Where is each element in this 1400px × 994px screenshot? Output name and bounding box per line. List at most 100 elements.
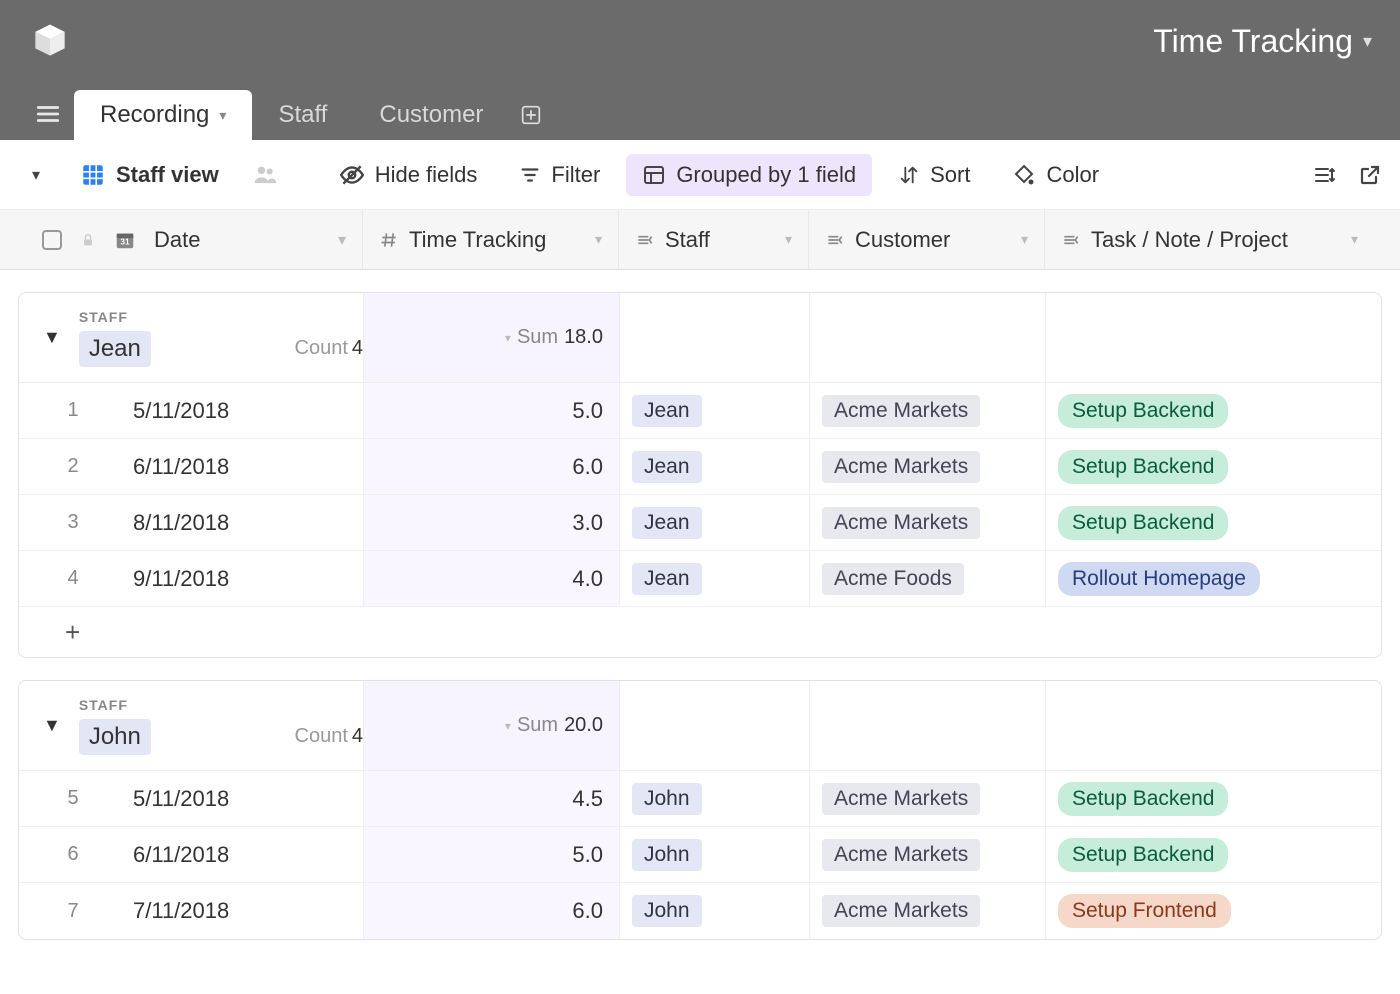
- cell-task[interactable]: Setup Backend: [1045, 827, 1375, 882]
- cell-staff[interactable]: Jean: [619, 495, 809, 550]
- column-menu-button[interactable]: ▾: [338, 230, 346, 250]
- cell-customer[interactable]: Acme Markets: [809, 383, 1045, 438]
- table-row[interactable]: 6 6/11/2018 5.0 John Acme Markets Setup …: [19, 827, 1381, 883]
- add-tab-button[interactable]: [509, 93, 553, 137]
- task-pill: Rollout Homepage: [1058, 562, 1260, 596]
- app-title-dropdown[interactable]: Time Tracking ▾: [1153, 23, 1372, 60]
- grid-body: ▼ STAFF Jean Count4 ▾ Sum 18.0 1 5/11/20…: [0, 270, 1400, 940]
- cell-customer[interactable]: Acme Markets: [809, 439, 1045, 494]
- chevron-down-icon: ▾: [32, 165, 40, 185]
- filter-icon: [519, 164, 541, 186]
- color-button[interactable]: Color: [996, 154, 1115, 196]
- cell-task[interactable]: Setup Backend: [1045, 771, 1375, 826]
- cell-time[interactable]: 5.0: [363, 827, 619, 882]
- table-row[interactable]: 4 9/11/2018 4.0 Jean Acme Foods Rollout …: [19, 551, 1381, 607]
- cell-date[interactable]: 6/11/2018: [127, 454, 363, 480]
- views-dropdown[interactable]: ▾: [18, 157, 54, 193]
- tab-staff[interactable]: Staff: [252, 90, 353, 140]
- cell-date[interactable]: 7/11/2018: [127, 898, 363, 924]
- app-logo: [28, 19, 72, 63]
- cell-task[interactable]: Setup Backend: [1045, 439, 1375, 494]
- group-label: Grouped by 1 field: [676, 162, 856, 188]
- tab-customer[interactable]: Customer: [353, 90, 509, 140]
- column-staff-label: Staff: [665, 227, 710, 253]
- group-summary-staff: [619, 293, 809, 382]
- plus-icon: [521, 105, 541, 125]
- cell-date[interactable]: 6/11/2018: [127, 842, 363, 868]
- menu-button[interactable]: [22, 88, 74, 140]
- staff-pill: John: [632, 839, 702, 871]
- group-header: ▼ STAFF John Count4 ▾ Sum 20.0: [19, 681, 1381, 771]
- cell-staff[interactable]: Jean: [619, 439, 809, 494]
- group-icon: [642, 163, 666, 187]
- cell-date[interactable]: 5/11/2018: [127, 398, 363, 424]
- table-row[interactable]: 3 8/11/2018 3.0 Jean Acme Markets Setup …: [19, 495, 1381, 551]
- column-header-time[interactable]: Time Tracking ▾: [362, 210, 618, 269]
- task-pill: Setup Backend: [1058, 782, 1228, 816]
- group: ▼ STAFF Jean Count4 ▾ Sum 18.0 1 5/11/20…: [18, 292, 1382, 658]
- top-bar: Time Tracking ▾: [0, 0, 1400, 82]
- column-time-label: Time Tracking: [409, 227, 546, 253]
- add-row-button[interactable]: +: [19, 607, 1381, 657]
- row-number: 7: [19, 900, 127, 923]
- select-all-checkbox[interactable]: [42, 230, 62, 250]
- group-count: Count4: [295, 337, 364, 360]
- hide-fields-button[interactable]: Hide fields: [323, 154, 494, 196]
- cell-customer[interactable]: Acme Markets: [809, 771, 1045, 826]
- column-header-staff[interactable]: Staff ▾: [618, 210, 808, 269]
- cell-customer[interactable]: Acme Markets: [809, 883, 1045, 939]
- cell-date[interactable]: 5/11/2018: [127, 786, 363, 812]
- cell-customer[interactable]: Acme Markets: [809, 495, 1045, 550]
- cell-time[interactable]: 6.0: [363, 439, 619, 494]
- customer-pill: Acme Markets: [822, 451, 980, 483]
- cell-date[interactable]: 8/11/2018: [127, 510, 363, 536]
- chevron-down-icon: ▾: [785, 231, 792, 248]
- view-switcher[interactable]: Staff view: [64, 154, 235, 196]
- cell-staff[interactable]: John: [619, 771, 809, 826]
- cell-staff[interactable]: John: [619, 883, 809, 939]
- tab-label: Recording: [100, 101, 209, 129]
- table-row[interactable]: 5 5/11/2018 4.5 John Acme Markets Setup …: [19, 771, 1381, 827]
- tab-label: Customer: [379, 101, 483, 129]
- cell-task[interactable]: Setup Backend: [1045, 495, 1375, 550]
- group-summary-time[interactable]: ▾ Sum 20.0: [363, 681, 619, 770]
- table-row[interactable]: 1 5/11/2018 5.0 Jean Acme Markets Setup …: [19, 383, 1381, 439]
- cell-staff[interactable]: Jean: [619, 551, 809, 606]
- row-height-button[interactable]: [1312, 163, 1336, 187]
- cell-time[interactable]: 3.0: [363, 495, 619, 550]
- group: ▼ STAFF John Count4 ▾ Sum 20.0 5 5/11/20…: [18, 680, 1382, 940]
- group-collapse-toggle[interactable]: ▼: [43, 327, 61, 348]
- cell-task[interactable]: Setup Backend: [1045, 383, 1375, 438]
- group-summary-time[interactable]: ▾ Sum 18.0: [363, 293, 619, 382]
- staff-pill: John: [632, 783, 702, 815]
- customer-pill: Acme Markets: [822, 395, 980, 427]
- row-number: 2: [19, 455, 127, 478]
- cell-time[interactable]: 6.0: [363, 883, 619, 939]
- cell-task[interactable]: Setup Frontend: [1045, 883, 1375, 939]
- cell-customer[interactable]: Acme Foods: [809, 551, 1045, 606]
- column-header-task[interactable]: Task / Note / Project ▾: [1044, 210, 1374, 269]
- view-name: Staff view: [116, 162, 219, 188]
- sort-button[interactable]: Sort: [882, 154, 986, 196]
- cell-staff[interactable]: John: [619, 827, 809, 882]
- group-collapse-toggle[interactable]: ▼: [43, 715, 61, 736]
- collaborators-button[interactable]: [251, 161, 279, 189]
- share-button[interactable]: [1358, 163, 1382, 187]
- table-row[interactable]: 2 6/11/2018 6.0 Jean Acme Markets Setup …: [19, 439, 1381, 495]
- group-button[interactable]: Grouped by 1 field: [626, 154, 872, 196]
- cell-task[interactable]: Rollout Homepage: [1045, 551, 1375, 606]
- cell-customer[interactable]: Acme Markets: [809, 827, 1045, 882]
- sort-label: Sort: [930, 162, 970, 188]
- column-header-customer[interactable]: Customer ▾: [808, 210, 1044, 269]
- cell-staff[interactable]: Jean: [619, 383, 809, 438]
- cell-time[interactable]: 4.5: [363, 771, 619, 826]
- tab-recording[interactable]: Recording ▾: [74, 90, 252, 140]
- column-task-label: Task / Note / Project: [1091, 227, 1288, 253]
- group-field-label: STAFF: [79, 697, 363, 713]
- cell-time[interactable]: 4.0: [363, 551, 619, 606]
- cell-time[interactable]: 5.0: [363, 383, 619, 438]
- filter-label: Filter: [551, 162, 600, 188]
- filter-button[interactable]: Filter: [503, 154, 616, 196]
- table-row[interactable]: 7 7/11/2018 6.0 John Acme Markets Setup …: [19, 883, 1381, 939]
- cell-date[interactable]: 9/11/2018: [127, 566, 363, 592]
